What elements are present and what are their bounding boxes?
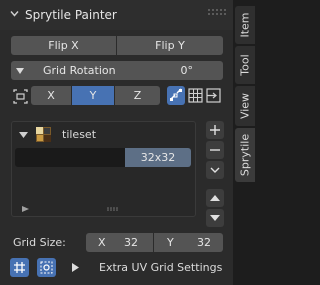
face-snap-icon[interactable]	[206, 88, 221, 103]
tab-item[interactable]: Item	[235, 6, 255, 44]
panel-header[interactable]: Sprytile Painter	[0, 0, 233, 30]
tab-sprytile-label: Sprytile	[238, 133, 252, 177]
tileset-list[interactable]: tileset 32x32	[11, 121, 196, 217]
image-texture-icon	[36, 127, 51, 142]
plus-icon	[210, 125, 220, 135]
grid-size-x-field[interactable]: X 32	[86, 233, 153, 252]
resize-handle-icon[interactable]	[107, 207, 119, 211]
triangle-up-icon	[210, 195, 220, 201]
move-down-button[interactable]	[206, 209, 224, 227]
lock-normal-button[interactable]	[167, 86, 185, 105]
triangle-down-icon	[210, 215, 220, 221]
extra-uv-grid-settings-label[interactable]: Extra UV Grid Settings	[99, 261, 222, 274]
triangle-right-icon[interactable]	[22, 206, 29, 212]
axis-y-button[interactable]: Y	[72, 86, 114, 105]
tab-item-label: Item	[238, 12, 252, 38]
tileset-name-field[interactable]	[15, 148, 125, 167]
hashtag-grid-icon	[14, 262, 25, 273]
add-item-button[interactable]	[206, 121, 224, 139]
uv-grid-button[interactable]	[10, 258, 29, 277]
minus-icon	[210, 149, 220, 151]
list-menu-button[interactable]	[206, 161, 224, 179]
axis-z-button[interactable]: Z	[115, 86, 160, 105]
chevron-down-icon[interactable]	[19, 131, 28, 139]
tileset-size-field[interactable]: 32x32	[125, 148, 191, 167]
triangle-right-icon[interactable]	[72, 263, 79, 272]
drag-handle-icon[interactable]	[207, 7, 229, 21]
flip-y-button[interactable]: Flip Y	[117, 36, 223, 55]
chevron-down-icon	[210, 167, 220, 173]
tab-view[interactable]: View	[235, 86, 255, 126]
grid-size-y-label: Y	[167, 236, 174, 249]
move-up-button[interactable]	[206, 189, 224, 207]
chevron-down-icon[interactable]	[10, 9, 19, 18]
grid-rotation-field[interactable]: Grid Rotation 0°	[11, 61, 223, 80]
sprytile-panel: Sprytile Painter Flip X Flip Y Grid Rota…	[0, 0, 233, 285]
snap-uv-button[interactable]	[37, 258, 56, 277]
grid-size-x-value: 32	[124, 236, 138, 249]
grid-size-label: Grid Size:	[13, 236, 66, 249]
tab-view-label: View	[238, 92, 252, 120]
tileset-name: tileset	[62, 128, 97, 141]
snap-axis-icon[interactable]	[12, 89, 29, 104]
tab-tool[interactable]: Tool	[235, 46, 255, 84]
sidebar-tabs: Item Tool View Sprytile	[233, 0, 257, 285]
axis-x-button[interactable]: X	[31, 86, 71, 105]
tab-tool-label: Tool	[238, 54, 252, 76]
tab-sprytile[interactable]: Sprytile	[235, 128, 255, 182]
grid-rotation-label: Grid Rotation	[43, 64, 116, 77]
flip-x-button[interactable]: Flip X	[11, 36, 116, 55]
snap-grid-icon	[170, 88, 182, 101]
remove-item-button[interactable]	[206, 141, 224, 159]
chevron-down-icon	[16, 68, 24, 74]
grid-rotation-value: 0°	[180, 64, 194, 77]
grid-size-y-field[interactable]: Y 32	[154, 233, 223, 252]
grid-icon[interactable]	[188, 88, 203, 103]
panel-title: Sprytile Painter	[25, 8, 117, 22]
grid-size-y-value: 32	[197, 236, 211, 249]
uv-snap-icon	[40, 261, 53, 274]
grid-size-x-label: X	[98, 236, 106, 249]
